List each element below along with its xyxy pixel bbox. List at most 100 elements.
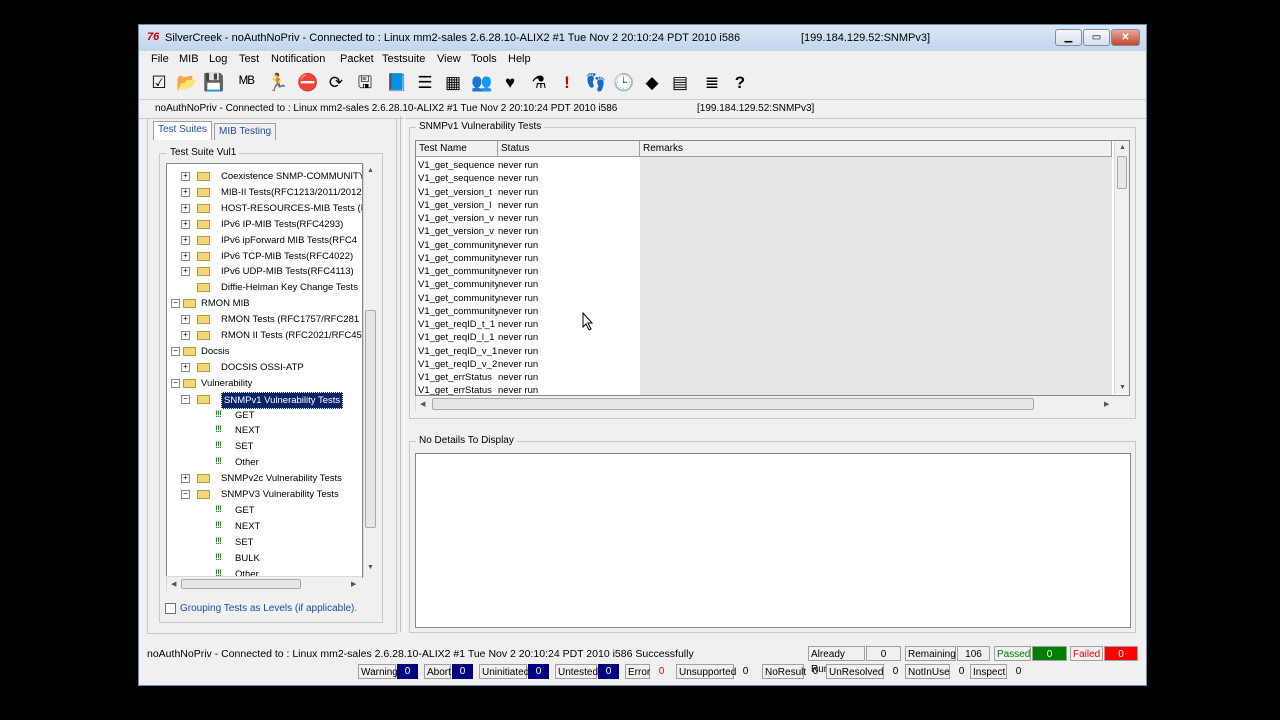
menu-help[interactable]: Help — [508, 53, 531, 65]
collapse-icon[interactable]: − — [171, 346, 180, 356]
disk-icon[interactable]: 🖫 — [354, 72, 376, 94]
tree-node[interactable]: + MIB-II Tests(RFC1213/2011/2012 — [167, 185, 362, 200]
alert-icon[interactable]: ! — [556, 72, 578, 94]
test-name-cell[interactable]: V1_get_reqID_l_1 — [418, 331, 498, 344]
grid-icon[interactable]: ▤ — [669, 72, 691, 94]
status-cell[interactable]: never run — [498, 318, 638, 331]
checkbox-icon[interactable]: ☑ — [148, 72, 170, 94]
flask-icon[interactable]: ⚗ — [528, 72, 550, 94]
menu-file[interactable]: File — [151, 53, 169, 65]
tree-node[interactable]: + RMON Tests (RFC1757/RFC281 — [167, 312, 362, 327]
list-icon[interactable]: ☰ — [414, 72, 436, 94]
tree-hscroll-thumb[interactable] — [181, 579, 301, 589]
status-cell[interactable]: never run — [498, 305, 638, 318]
tree-node[interactable]: !!! GET — [167, 503, 362, 518]
expand-icon[interactable]: + — [181, 331, 190, 340]
table-vertical-scrollbar[interactable]: ▲ ▼ — [1114, 141, 1129, 394]
status-cell[interactable]: never run — [498, 358, 638, 371]
tree-node[interactable]: !!! BULK — [167, 551, 362, 566]
test-name-cell[interactable]: V1_get_errStatus — [418, 384, 498, 395]
pane-splitter[interactable] — [400, 116, 405, 632]
status-cell[interactable]: never run — [498, 292, 638, 305]
expand-icon[interactable]: + — [181, 187, 190, 197]
status-cell[interactable]: never run — [498, 225, 638, 238]
tree-node[interactable]: + Coexistence SNMP-COMMUNITY — [167, 169, 362, 184]
group-icon[interactable]: 👥 — [471, 72, 493, 94]
tree-scroll-thumb[interactable] — [365, 310, 376, 528]
scroll-right-icon[interactable]: ▶ — [351, 580, 356, 588]
menu-packet[interactable]: Packet — [340, 53, 374, 65]
menu-view[interactable]: View — [437, 53, 461, 65]
test-name-cell[interactable]: V1_get_sequence — [418, 172, 498, 185]
tree-vertical-scrollbar[interactable]: ▲ ▼ — [363, 164, 377, 577]
tree-node[interactable]: + IPv6 TCP-MIB Tests(RFC4022) — [167, 249, 362, 264]
menu-mib[interactable]: MIB — [179, 53, 199, 65]
test-name-cell[interactable]: V1_get_version_v — [418, 212, 498, 225]
tree-node[interactable]: − Docsis — [167, 344, 362, 359]
log-icon[interactable]: ≣ — [701, 72, 723, 94]
sign-icon[interactable]: ◆ — [641, 72, 663, 94]
table-scroll-thumb[interactable] — [1117, 156, 1127, 189]
tree-node[interactable]: !!! Other — [167, 455, 362, 470]
test-name-cell[interactable]: V1_get_community — [418, 305, 498, 318]
help-icon[interactable]: ? — [729, 72, 751, 94]
table-scroll-up-icon[interactable]: ▲ — [1119, 144, 1126, 151]
title-bar[interactable]: 76 SilverCreek - noAuthNoPriv - Connecte… — [139, 25, 1146, 51]
tree-node[interactable]: !!! SET — [167, 535, 362, 550]
test-name-cell[interactable]: V1_get_community — [418, 278, 498, 291]
tree-node[interactable]: + IPv6 UDP-MIB Tests(RFC4113) — [167, 264, 362, 279]
menu-log[interactable]: Log — [209, 53, 227, 65]
expand-icon[interactable]: + — [181, 172, 190, 181]
status-cell[interactable]: never run — [498, 239, 638, 252]
status-cell[interactable]: never run — [498, 252, 638, 265]
maximize-button[interactable]: ▭ — [1083, 29, 1110, 46]
clock-icon[interactable]: 🕒 — [613, 72, 635, 94]
tab-test-suites[interactable]: Test Suites — [153, 121, 212, 140]
tree-node[interactable]: − RMON MIB — [167, 296, 362, 311]
column-header-remarks[interactable]: Remarks — [640, 141, 1112, 157]
tree-node[interactable]: Diffie-Helman Key Change Tests — [167, 280, 362, 295]
close-button[interactable]: ✕ — [1111, 29, 1140, 46]
status-cell[interactable]: never run — [498, 345, 638, 358]
status-cell[interactable]: never run — [498, 384, 638, 395]
status-cell[interactable]: never run — [498, 371, 638, 384]
test-name-cell[interactable]: V1_get_reqID_v_1 — [418, 345, 498, 358]
status-cell[interactable]: never run — [498, 265, 638, 278]
details-text-area[interactable] — [415, 453, 1131, 628]
tree-node[interactable]: !!! NEXT — [167, 423, 362, 438]
status-cell[interactable]: never run — [498, 331, 638, 344]
stop-icon[interactable]: ⛔ — [297, 72, 319, 94]
tree-node[interactable]: !!! NEXT — [167, 519, 362, 534]
test-name-cell[interactable]: V1_get_community — [418, 239, 498, 252]
expand-icon[interactable]: + — [181, 219, 190, 229]
tree-node[interactable]: + SNMPv2c Vulnerability Tests — [167, 471, 362, 486]
book-icon[interactable]: 📘 — [386, 72, 408, 94]
test-suite-tree[interactable]: + Coexistence SNMP-COMMUNITY + MIB-II Tests… — [166, 163, 363, 578]
tree-node[interactable]: !!! SET — [167, 439, 362, 454]
folder-open-icon[interactable]: 📂 — [176, 72, 198, 94]
column-header-test-name[interactable]: Test Name — [416, 141, 498, 157]
tree-node[interactable]: !!! GET — [167, 408, 362, 423]
test-name-cell[interactable]: V1_get_community — [418, 292, 498, 305]
test-name-cell[interactable]: V1_get_sequence — [418, 159, 498, 172]
grouping-checkbox[interactable] — [165, 603, 176, 614]
collapse-icon[interactable]: − — [181, 394, 190, 404]
column-header-status[interactable]: Status — [498, 141, 640, 157]
tree-node[interactable]: − Vulnerability — [167, 376, 362, 391]
table-icon[interactable]: ▦ — [442, 72, 464, 94]
expand-icon[interactable]: + — [181, 235, 190, 245]
status-cell[interactable]: never run — [498, 278, 638, 291]
mibs-icon[interactable]: ᴹᴮ — [236, 72, 258, 94]
minimize-button[interactable]: ▁ — [1055, 29, 1082, 46]
table-horizontal-scrollbar[interactable]: ◀ ▶ — [415, 396, 1113, 412]
test-name-cell[interactable]: V1_get_version_v — [418, 225, 498, 238]
status-cell[interactable]: never run — [498, 199, 638, 212]
table-scroll-right-icon[interactable]: ▶ — [1104, 400, 1109, 408]
expand-icon[interactable]: + — [181, 267, 190, 277]
expand-icon[interactable]: + — [181, 203, 190, 213]
test-name-cell[interactable]: V1_get_errStatus — [418, 371, 498, 384]
tree-horizontal-scrollbar[interactable]: ◀ ▶ — [166, 576, 362, 591]
expand-icon[interactable]: + — [181, 362, 190, 372]
collapse-icon[interactable]: − — [171, 378, 180, 388]
status-cell[interactable]: never run — [498, 172, 638, 185]
